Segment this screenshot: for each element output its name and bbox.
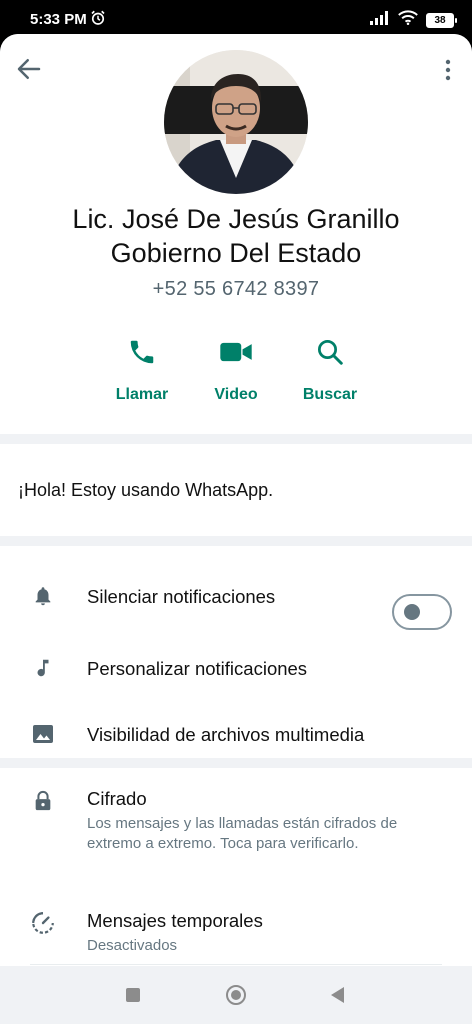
battery-icon: 38 — [426, 12, 457, 28]
media-visibility-row[interactable]: Visibilidad de archivos multimedia — [0, 704, 472, 764]
video-call-button[interactable]: Video — [191, 332, 281, 404]
timer-icon — [30, 910, 56, 936]
about-card[interactable]: ¡Hola! Estoy usando WhatsApp. — [0, 444, 472, 536]
contact-avatar[interactable] — [164, 50, 308, 194]
encryption-row[interactable]: Cifrado Los mensajes y las llamadas está… — [0, 768, 472, 888]
video-icon — [220, 342, 252, 362]
contact-name: Lic. José De Jesús Granillo Gobierno Del… — [72, 204, 400, 268]
arrow-left-icon — [17, 59, 41, 79]
search-button[interactable]: Buscar — [285, 332, 375, 404]
search-icon — [318, 340, 343, 365]
more-vertical-icon — [445, 59, 451, 81]
about-text: ¡Hola! Estoy usando WhatsApp. — [18, 480, 274, 500]
mute-notifications-row[interactable]: Silenciar notificaciones — [0, 566, 472, 630]
more-options-button[interactable] — [440, 56, 456, 84]
triangle-back-icon — [331, 987, 344, 1003]
home-button[interactable] — [226, 985, 246, 1005]
lock-icon — [30, 788, 56, 814]
toggle-knob — [404, 604, 420, 620]
notifications-card: Silenciar notificaciones Personalizar no… — [0, 546, 472, 758]
call-label: Llamar — [115, 386, 169, 403]
video-label: Video — [214, 386, 258, 403]
mute-label: Silenciar notificaciones — [87, 586, 276, 607]
call-button[interactable]: Llamar — [97, 332, 187, 404]
status-time: 5:33 PM — [30, 11, 87, 28]
disappearing-messages-row[interactable]: Mensajes temporales Desactivados — [0, 888, 472, 966]
system-nav-bar — [0, 966, 472, 1024]
image-icon — [30, 721, 56, 747]
mute-toggle[interactable] — [392, 594, 452, 630]
contact-info-screen: Lic. José De Jesús Granillo Gobierno Del… — [0, 34, 472, 966]
encryption-title: Cifrado — [87, 788, 147, 809]
system-back-button[interactable] — [328, 985, 346, 1010]
signal-icon — [370, 10, 390, 30]
disappearing-subtitle: Desactivados — [87, 937, 178, 954]
encryption-subtitle: Los mensajes y las llamadas están cifrad… — [87, 815, 398, 852]
media-visibility-label: Visibilidad de archivos multimedia — [87, 724, 365, 745]
divider — [30, 964, 442, 965]
profile-card: Lic. José De Jesús Granillo Gobierno Del… — [0, 34, 472, 434]
contact-phone: +52 55 6742 8397 — [152, 278, 320, 300]
music-note-icon — [30, 655, 56, 681]
disappearing-title: Mensajes temporales — [87, 910, 263, 931]
bell-icon — [30, 583, 56, 609]
phone-icon — [130, 340, 154, 364]
alarm-icon — [89, 9, 107, 32]
custom-notifications-row[interactable]: Personalizar notificaciones — [0, 638, 472, 698]
back-button[interactable] — [14, 54, 44, 84]
custom-notifications-label: Personalizar notificaciones — [87, 658, 308, 679]
recents-button[interactable] — [126, 988, 140, 1002]
avatar-photo — [164, 50, 308, 194]
search-label: Buscar — [302, 386, 358, 403]
wifi-icon — [398, 10, 418, 30]
security-card: Cifrado Los mensajes y las llamadas está… — [0, 768, 472, 966]
